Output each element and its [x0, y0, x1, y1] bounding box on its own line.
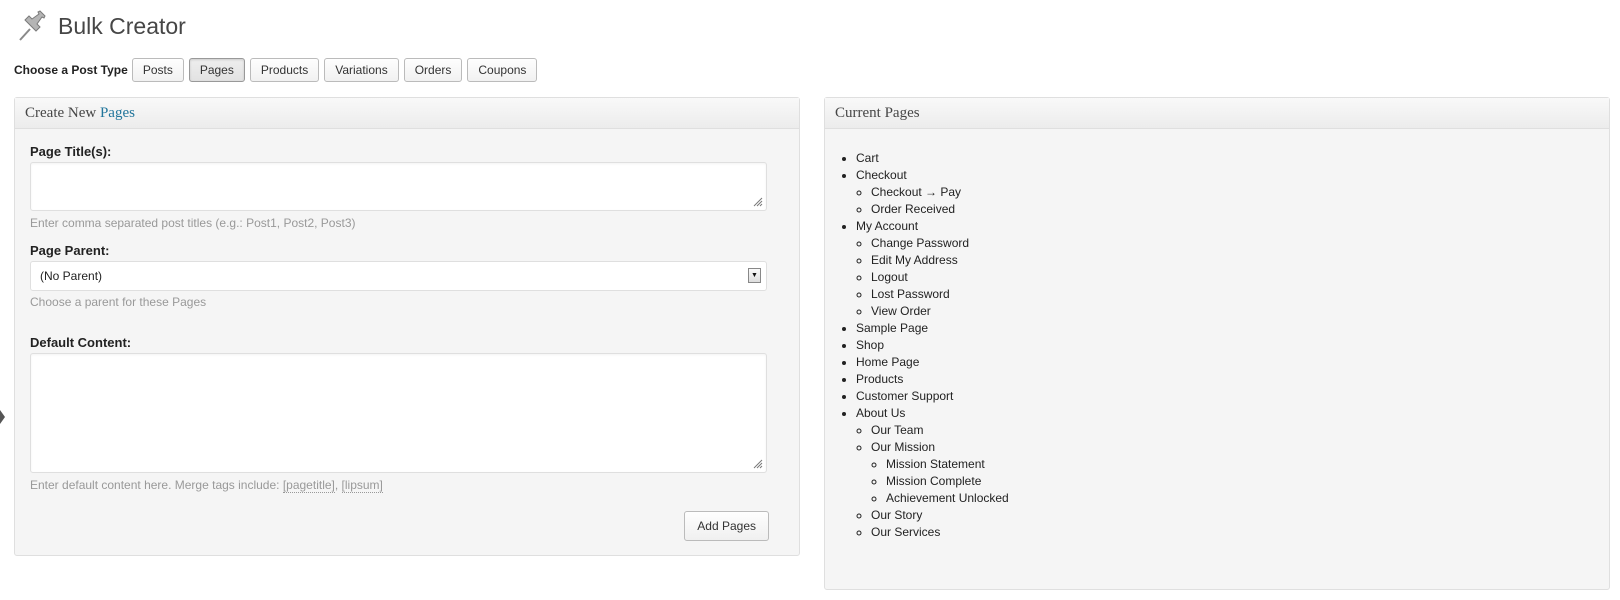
page-list-item: Shop: [856, 337, 1009, 354]
post-type-coupons-button[interactable]: Coupons: [467, 58, 538, 82]
page-list-item-label: Sample Page: [856, 321, 929, 335]
page-list-item: View Order: [871, 303, 1009, 320]
page-sublist: Our TeamOur MissionMission StatementMiss…: [856, 422, 1009, 541]
page-sublist: Mission Statement Mission Complete Achieve…: [871, 456, 1009, 507]
create-panel-title-prefix: Create New: [25, 105, 97, 121]
page-list-item-label: About Us: [856, 406, 906, 420]
page-list-item: Customer Support: [856, 388, 1009, 405]
page-list-item: Checkout → Pay: [871, 184, 1009, 201]
page-list-item: Checkout Checkout → Pay Order Received: [856, 167, 1009, 218]
page-list-item-label: Checkout: [856, 168, 907, 182]
page-list-item-label: Products: [856, 372, 904, 386]
page-title-textarea[interactable]: [30, 162, 767, 211]
page-parent-select[interactable]: (No Parent) ▼: [30, 261, 767, 291]
current-pages-panel: Current Pages Cart Checkout Checkout → Pay…: [824, 97, 1610, 590]
default-content-hint: Enter default content here. Merge tags i…: [30, 478, 383, 493]
page-title-label: Page Title(s):: [30, 144, 112, 159]
resize-grip-icon[interactable]: [753, 459, 763, 469]
page-parent-value: (No Parent): [40, 269, 103, 283]
page-list-item: Logout: [871, 269, 1009, 286]
page-list-item: Products: [856, 371, 1009, 388]
page-list-item: Change Password: [871, 235, 1009, 252]
default-content-textarea[interactable]: [30, 353, 767, 473]
page-list-item-label: Home Page: [856, 355, 920, 369]
page-list-item-label: Mission Complete: [886, 474, 982, 488]
current-pages-list: Cart Checkout Checkout → Pay Order Received…: [839, 150, 1009, 541]
page-list-item: Our Services: [871, 524, 1009, 541]
collapse-arrow-icon[interactable]: [0, 410, 5, 424]
add-pages-button[interactable]: Add Pages: [684, 511, 769, 541]
page-list-item: About Us Our Team Our Mission Mission State…: [856, 405, 1009, 541]
page-list-item-label: Order Received: [871, 202, 956, 216]
page-list-item-label: Lost Password: [871, 287, 950, 301]
page-list-item: My Account Change Password Edit My Address…: [856, 218, 1009, 320]
page-list-item: Edit My Address: [871, 252, 1009, 269]
page-list-item-label: Cart: [856, 151, 879, 165]
page-list-item-label: Edit My Address: [871, 253, 958, 267]
create-panel-title: Create New Pages: [15, 98, 799, 129]
page-header: Bulk Creator: [16, 8, 186, 44]
page-list-item-label: Our Team: [871, 423, 924, 437]
page-list-item-label: Our Services: [871, 525, 941, 539]
merge-tag-pagetitle: [pagetitle]: [282, 478, 335, 493]
page-title: Bulk Creator: [58, 12, 186, 39]
page-list-item-label: Our Story: [871, 508, 923, 522]
current-panel-title: Current Pages: [825, 98, 1609, 129]
page-list-item-label: Customer Support: [856, 389, 954, 403]
create-pages-panel: Create New Pages Page Title(s): Enter co…: [14, 97, 800, 556]
merge-tag-separator: ,: [334, 478, 342, 492]
post-type-label: Choose a Post Type: [14, 63, 128, 77]
page-list-item: Lost Password: [871, 286, 1009, 303]
create-panel-title-type: Pages: [99, 105, 135, 121]
chevron-down-icon[interactable]: ▼: [748, 268, 761, 283]
page-list-item: Cart: [856, 150, 1009, 167]
default-content-label: Default Content:: [30, 335, 132, 350]
page-list-item: Order Received: [871, 201, 1009, 218]
post-type-selector: Choose a Post Type Posts Pages Products …: [14, 58, 542, 82]
page-title-hint: Enter comma separated post titles (e.g.:…: [30, 216, 356, 230]
post-type-pages-button[interactable]: Pages: [188, 58, 245, 82]
resize-grip-icon[interactable]: [753, 197, 763, 207]
page-list-item-label: My Account: [856, 219, 919, 233]
page-list-item-label: Our Mission: [871, 440, 936, 454]
post-type-variations-button[interactable]: Variations: [324, 58, 399, 82]
post-type-posts-button[interactable]: Posts: [131, 58, 184, 82]
pushpin-icon: [19, 10, 46, 41]
page-sublist: Checkout → Pay Order Received: [856, 184, 1009, 218]
page-list-item: Our Mission Mission Statement Mission Comp…: [871, 439, 1009, 507]
page-list-item: Sample Page: [856, 320, 1009, 337]
page-list-item-label: Checkout → Pay: [871, 185, 962, 199]
default-content-hint-text: Enter default content here. Merge tags i…: [30, 478, 283, 492]
page-list-item-label: Logout: [871, 270, 908, 284]
merge-tag-lipsum: [lipsum]: [341, 478, 383, 493]
page-list-item-label: View Order: [871, 304, 931, 318]
page-list-item-label: Achievement Unlocked: [886, 491, 1009, 505]
page-list-item-label: Change Password: [871, 236, 970, 250]
page-list-item: Achievement Unlocked: [886, 490, 1009, 507]
page-list-item-label: Mission Statement: [886, 457, 985, 471]
page-parent-hint: Choose a parent for these Pages: [30, 295, 207, 309]
page-list-item: Mission Statement: [886, 456, 1009, 473]
page-list-item: Our Story: [871, 507, 1009, 524]
page-parent-label: Page Parent:: [30, 243, 110, 258]
post-type-products-button[interactable]: Products: [249, 58, 320, 82]
page-sublist: Change Password Edit My Address Logout Lost…: [856, 235, 1009, 320]
page-list-item: Our Team: [871, 422, 1009, 439]
page-list-item-label: Shop: [856, 338, 885, 352]
page-list-item: Home Page: [856, 354, 1009, 371]
page-list-item: Mission Complete: [886, 473, 1009, 490]
post-type-orders-button[interactable]: Orders: [403, 58, 463, 82]
